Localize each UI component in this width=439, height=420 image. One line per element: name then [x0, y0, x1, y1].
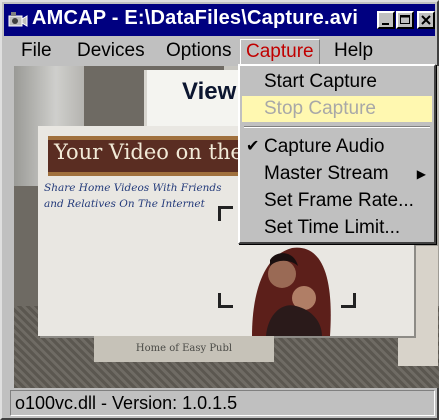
maximize-button[interactable] [396, 11, 414, 29]
menu-item-set-time-limit[interactable]: Set Time Limit... [242, 215, 432, 241]
menu-item-master-stream-label: Master Stream [264, 163, 389, 184]
close-button[interactable] [417, 11, 435, 29]
menu-help[interactable]: Help [329, 38, 378, 64]
menu-item-set-frame-rate[interactable]: Set Frame Rate... [242, 188, 432, 214]
window-title: AMCAP - E:\DataFiles\Capture.avi [32, 7, 359, 29]
menu-file[interactable]: File [16, 38, 57, 64]
amcap-window: AMCAP - E:\DataFiles\Capture.avi File De… [0, 0, 439, 420]
box-bottom-label: Home of Easy Publ [94, 336, 274, 362]
box-tagline: Share Home Videos With Friends and Relat… [44, 180, 234, 212]
box-tagline-line1: Share Home Videos With Friends [44, 182, 222, 194]
background-sign-text: View [182, 78, 237, 105]
menu-item-master-stream[interactable]: Master Stream ▶ [242, 161, 432, 187]
menu-capture[interactable]: Capture [240, 39, 320, 65]
minimize-button[interactable] [377, 11, 395, 29]
submenu-arrow-icon: ▶ [416, 167, 426, 181]
menu-options[interactable]: Options [161, 38, 236, 64]
menu-devices[interactable]: Devices [72, 38, 150, 64]
box-tagline-line2: and Relatives On The Internet [44, 198, 205, 210]
app-camera-icon [8, 10, 28, 30]
status-bar: o100vc.dll - Version: 1.0.1.5 [10, 390, 435, 416]
check-icon: ✔ [246, 138, 260, 155]
menu-separator [244, 126, 430, 128]
capture-menu-dropdown: Start Capture Stop Capture ✔ Capture Aud… [238, 64, 436, 244]
menu-item-stop-capture[interactable]: Stop Capture [242, 96, 432, 122]
menu-bar: File Devices Options Capture Help [4, 38, 435, 65]
title-bar[interactable]: AMCAP - E:\DataFiles\Capture.avi [4, 4, 435, 36]
menu-item-capture-audio-label: Capture Audio [264, 136, 385, 157]
menu-item-start-capture[interactable]: Start Capture [242, 69, 432, 95]
menu-item-capture-audio[interactable]: ✔ Capture Audio [242, 134, 432, 160]
